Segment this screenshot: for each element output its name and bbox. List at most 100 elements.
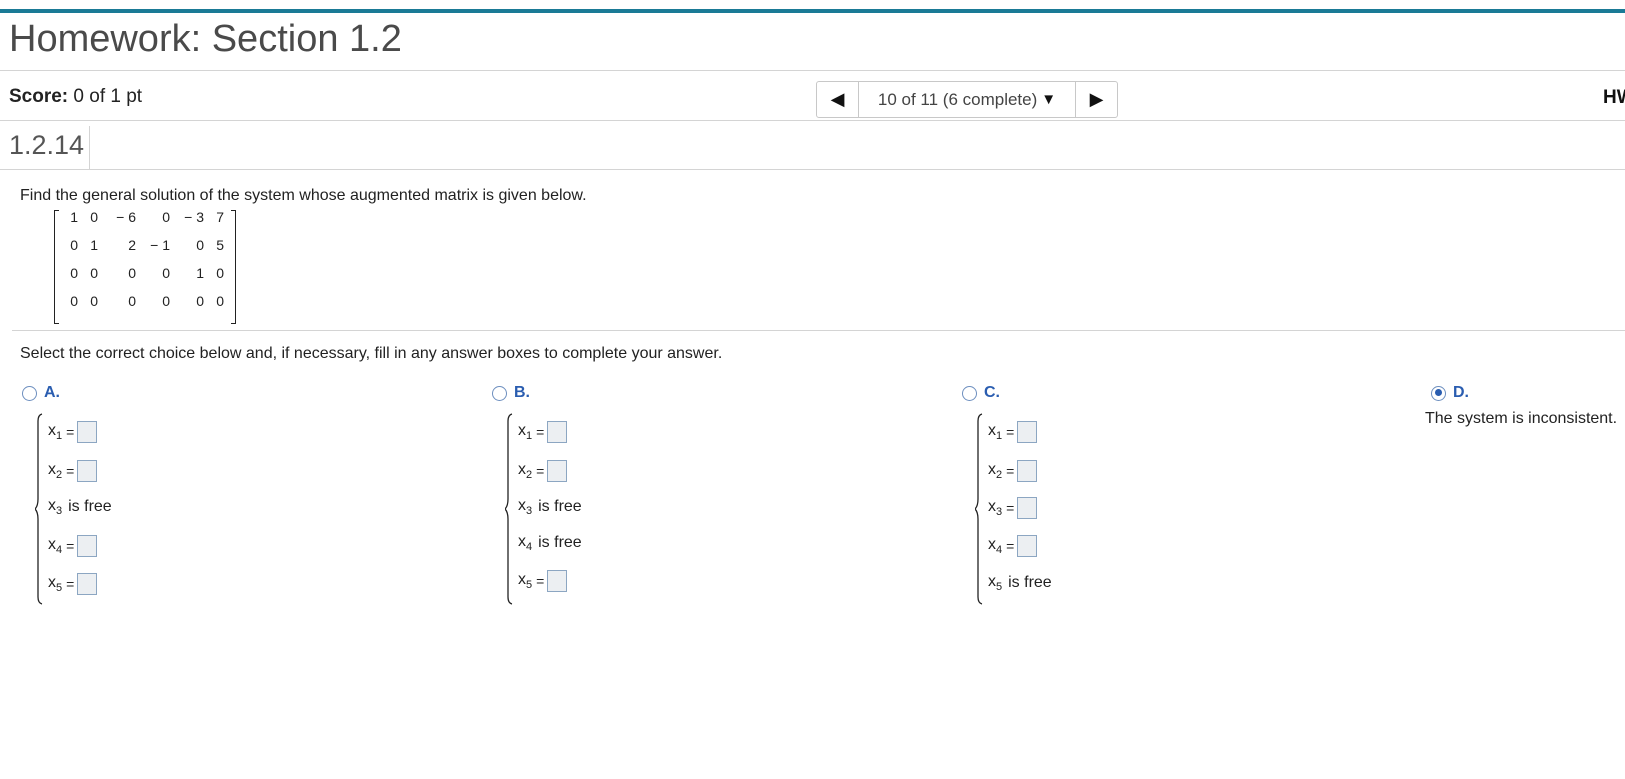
choice-a-x4-input[interactable]: [77, 535, 98, 557]
answer-instruction: Select the correct choice below and, if …: [20, 345, 723, 362]
choice-d[interactable]: D.: [1431, 384, 1469, 402]
variable-name: x1: [48, 422, 62, 442]
brace-stroke: [505, 413, 513, 605]
choice-c-x1-input[interactable]: [1017, 421, 1038, 443]
choice-b[interactable]: B.: [492, 384, 530, 402]
variable-subscript: 3: [56, 505, 63, 517]
variable-letter: x: [988, 536, 996, 553]
equals-sign: =: [66, 576, 75, 592]
triangle-left-icon: ◀: [830, 89, 845, 109]
variable-name: x2: [48, 461, 62, 481]
variable-name: x5: [48, 574, 62, 594]
previous-question-button[interactable]: ◀: [817, 82, 859, 117]
choice-a-label: A.: [44, 384, 60, 401]
matrix-cell: 0: [162, 265, 170, 281]
choice-c-brace: [975, 413, 983, 605]
choice-a-x2-row: x2 =: [48, 460, 98, 482]
choice-c-x3-row: x3 =: [988, 497, 1038, 519]
variable-name: x3: [48, 497, 62, 517]
triangle-right-icon: ▶: [1089, 89, 1104, 109]
variable-name: x5: [518, 571, 532, 591]
variable-subscript: 2: [526, 469, 533, 481]
variable-letter: x: [988, 461, 996, 478]
variable-name: x3: [988, 498, 1002, 518]
variable-letter: x: [518, 461, 526, 478]
variable-subscript: 5: [526, 579, 533, 591]
choice-d-radio[interactable]: [1431, 385, 1446, 401]
matrix-cell: 0: [90, 265, 98, 281]
variable-subscript: 2: [56, 469, 63, 481]
equals-sign: =: [536, 573, 545, 589]
equals-sign: =: [1006, 424, 1015, 440]
variable-letter: x: [518, 497, 526, 514]
variable-letter: x: [48, 536, 56, 553]
choice-c-label: C.: [984, 384, 1000, 401]
question-dropdown[interactable]: 10 of 11 (6 complete) ▼: [859, 82, 1075, 117]
matrix-cell: 0: [216, 293, 224, 309]
choice-a-x1-input[interactable]: [77, 421, 98, 443]
choice-a-x3-row: x3 is free: [48, 497, 112, 517]
variable-name: x2: [988, 461, 1002, 481]
choice-a-x2-input[interactable]: [77, 460, 98, 482]
variable-subscript: 4: [996, 544, 1003, 556]
choice-b-x1-input[interactable]: [547, 421, 568, 443]
matrix-cell: 7: [216, 209, 224, 225]
next-question-button[interactable]: ▶: [1075, 82, 1117, 117]
matrix-cell: 0: [70, 237, 78, 253]
choice-a-brace: [35, 413, 43, 605]
equals-sign: =: [66, 538, 75, 554]
equals-sign: =: [66, 424, 75, 440]
choice-b-x2-input[interactable]: [547, 460, 568, 482]
choice-c-x2-input[interactable]: [1017, 460, 1038, 482]
divider: [0, 120, 1625, 121]
divider: [12, 330, 1625, 331]
question-navigator: ◀ 10 of 11 (6 complete) ▼ ▶: [816, 81, 1118, 118]
matrix-cell: 0: [216, 265, 224, 281]
matrix-cell: 5: [216, 237, 224, 253]
matrix-cell: 0: [90, 293, 98, 309]
equals-sign: =: [1006, 538, 1015, 554]
is-free-label: is free: [1008, 574, 1052, 591]
choice-a-x1-row: x1 =: [48, 421, 98, 443]
choice-b-x3-row: x3 is free: [518, 497, 582, 517]
question-prompt: Find the general solution of the system …: [20, 187, 587, 204]
variable-name: x1: [518, 422, 532, 442]
choice-c-radio[interactable]: [962, 385, 977, 401]
choice-c-x4-input[interactable]: [1017, 535, 1038, 557]
matrix-cell: − 3: [184, 209, 204, 225]
variable-subscript: 5: [56, 582, 63, 594]
score-display: Score: 0 of 1 pt: [9, 86, 142, 108]
augmented-matrix: 1 0− 6 0− 3 7 0 1 2− 105000010000000: [54, 209, 236, 324]
choice-a[interactable]: A.: [22, 384, 60, 402]
choice-a-x5-input[interactable]: [77, 573, 98, 595]
matrix-cell: 0: [128, 265, 136, 281]
variable-subscript: 4: [526, 541, 533, 553]
hw-label-clipped: HW: [1603, 87, 1625, 108]
choice-a-x5-row: x5 =: [48, 573, 98, 595]
is-free-label: is free: [538, 498, 582, 515]
variable-name: x5: [988, 573, 1002, 593]
choice-b-brace: [505, 413, 513, 605]
choice-a-radio[interactable]: [22, 385, 37, 401]
matrix-cell: − 1: [150, 237, 170, 253]
variable-letter: x: [518, 422, 526, 439]
choice-d-label: D.: [1453, 384, 1469, 401]
variable-name: x4: [518, 533, 532, 553]
choice-b-label: B.: [514, 384, 530, 401]
variable-name: x3: [518, 497, 532, 517]
choice-b-x5-input[interactable]: [547, 570, 568, 592]
choice-c[interactable]: C.: [962, 384, 1000, 402]
matrix-cell: 1: [70, 209, 78, 225]
choice-c-x2-row: x2 =: [988, 460, 1038, 482]
matrix-cell: 0: [196, 237, 204, 253]
top-accent-bar: [0, 9, 1625, 13]
variable-letter: x: [48, 497, 56, 514]
variable-name: x2: [518, 461, 532, 481]
variable-letter: x: [988, 498, 996, 515]
choice-c-x4-row: x4 =: [988, 535, 1038, 557]
choice-b-radio[interactable]: [492, 385, 507, 401]
choice-c-x3-input[interactable]: [1017, 497, 1038, 519]
variable-name: x4: [48, 536, 62, 556]
matrix-cell: − 6: [116, 209, 136, 225]
brace-stroke: [35, 413, 43, 605]
